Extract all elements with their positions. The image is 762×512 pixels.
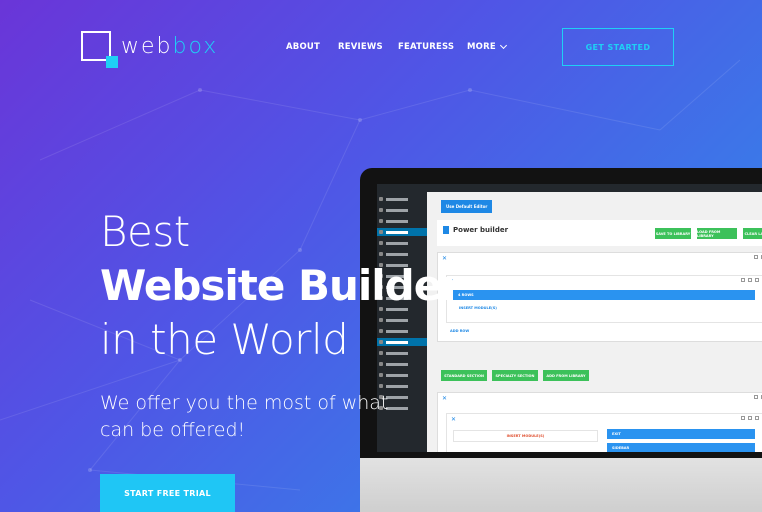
builder-header: Power builder SAVE TO LIBRARY LOAD FROM … (437, 220, 762, 246)
get-started-button[interactable]: GET STARTED (562, 28, 674, 66)
nav-about[interactable]: ABOUT (286, 42, 320, 52)
exit-module-row[interactable]: EXIT (607, 429, 755, 439)
insert-module-box[interactable]: INSERT MODULE(S) (453, 430, 598, 442)
standard-section-button[interactable]: STANDARD SECTION (441, 370, 487, 381)
builder-row-1: ✕ 4 ROWS INSERT MODULE(S) (446, 275, 762, 323)
section-tools (754, 395, 762, 399)
builder-row-2: ✕ INSERT MODULE(S) EXIT SIDEBAR (446, 413, 762, 452)
add-row-link[interactable]: ADD ROW (450, 329, 469, 333)
start-free-trial-button[interactable]: START FREE TRIAL (100, 474, 235, 512)
insert-module-link[interactable]: INSERT MODULE(S) (459, 306, 497, 310)
logo-text: webbox (121, 34, 218, 59)
logo-text-box: box (172, 33, 219, 59)
hero-title-line3: in the World (100, 315, 349, 364)
sidebar-module-row[interactable]: SIDEBAR (607, 443, 755, 452)
hero-subtitle: We offer you the most of what can be off… (100, 392, 389, 441)
load-from-library-button[interactable]: LOAD FROM LIBRARY (697, 228, 737, 239)
section-tools (754, 255, 762, 259)
builder-section-1: ✕ ✕ 4 ROWS INSERT MODULE(S) ADD ROW (437, 252, 762, 342)
clear-layout-button[interactable]: CLEAR LAYOUT (743, 228, 762, 239)
monitor-chin (360, 458, 762, 512)
chevron-down-icon (499, 41, 507, 50)
builder-title-text: Power builder (453, 226, 509, 234)
hero-title-line2: Website Builder (100, 261, 462, 310)
row-tools (741, 416, 759, 420)
close-icon[interactable]: ✕ (442, 395, 447, 402)
save-to-library-button[interactable]: SAVE TO LIBRARY (655, 228, 691, 239)
specialty-section-button[interactable]: SPECIALTY SECTION (492, 370, 538, 381)
monitor-screen: Use Default Editor Power builder SAVE TO… (377, 184, 762, 452)
builder-area: Use Default Editor Power builder SAVE TO… (427, 192, 762, 452)
use-default-editor-button[interactable]: Use Default Editor (441, 200, 493, 213)
builder-section-2: ✕ ✕ INSERT MODULE(S) EXIT SIDEBAR (437, 392, 762, 452)
builder-logo-icon (443, 226, 449, 234)
nav-more-label: MORE (467, 42, 496, 52)
logo[interactable]: webbox (81, 31, 218, 68)
nav-features[interactable]: FEATURESS (398, 42, 454, 52)
logo-mark-icon (81, 31, 118, 68)
builder-title: Power builder (443, 226, 508, 234)
module-row[interactable]: 4 ROWS (453, 290, 755, 300)
add-from-library-button[interactable]: ADD FROM LIBRARY (543, 370, 589, 381)
row-tools (741, 278, 759, 282)
insert-module-link: INSERT MODULE(S) (506, 434, 545, 438)
logo-text-web: web (121, 33, 173, 59)
monitor-mockup: Use Default Editor Power builder SAVE TO… (360, 168, 762, 512)
hero-title-line1: Best (100, 207, 190, 256)
close-icon[interactable]: ✕ (451, 416, 456, 423)
nav-reviews[interactable]: REVIEWS (338, 42, 383, 52)
nav-more[interactable]: MORE (467, 41, 507, 52)
wp-admin-bar (377, 184, 762, 192)
